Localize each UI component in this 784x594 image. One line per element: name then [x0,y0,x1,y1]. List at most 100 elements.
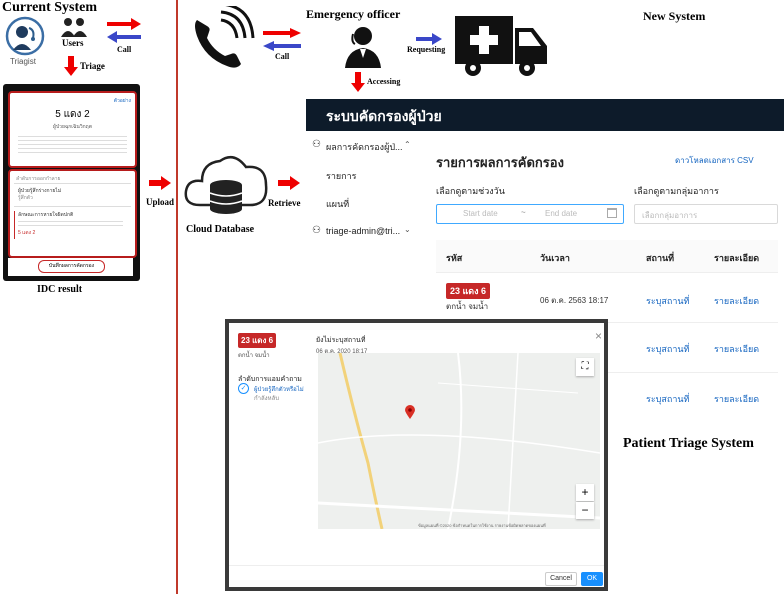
sidebar-group[interactable]: ⚇ ผลการคัดกรองผู้ป่... ⌃ [310,139,414,153]
map-view[interactable]: ⛶ + − ข้อมูลแผนที่ ©2020 ข้อกำหนดในการใช… [318,353,600,529]
idc-section-title: ลำดับการออกกำลาย [16,176,61,182]
requesting-label: Requesting [407,45,446,54]
idc-save-button[interactable]: บันทึกผลการคัดกรอง [38,260,105,273]
page-title: รายการผลการคัดกรอง [436,155,564,170]
idc-score-card: ตัวอย่าง 5 แดง 2 ผู้ป่วยฉุกเฉินวิกฤต [8,91,137,168]
table-row: 23 แดง 6 ตกน้ำ จมน้ำ 06 ต.ค. 2563 18:17 … [436,272,778,323]
row-datetime: 06 ต.ค. 2563 18:17 [540,296,609,305]
upload-label: Upload [146,197,175,207]
sidebar-group-label: ผลการคัดกรองผู้ป่... [326,142,403,152]
modal-footer-divider [229,565,604,566]
divider [14,206,131,207]
end-date-input[interactable]: End date [545,209,577,218]
current-system-title: Current System [2,0,98,15]
sidebar: ⚇ ผลการคัดกรองผู้ป่... ⌃ รายการ แผนที่ ⚇… [306,131,416,251]
retrieve-arrow-icon [278,176,300,190]
row-badge: 23 แดง 6 [446,283,491,299]
call-label-left: Call [117,45,132,54]
idc-result-label: IDC result [37,284,83,295]
filter-date-label: เลือกดูตามช่วงวัน [436,186,505,196]
idc-score: 5 แดง 2 [55,109,90,120]
emergency-officer-label: Emergency officer [306,7,401,21]
start-date-input[interactable]: Start date [463,209,498,218]
idc-bottom-bar: บันทึกผลการคัดกรอง [8,258,133,276]
col-detail: รายละเอียด [714,253,760,263]
call-arrows-middle-icon [263,28,301,52]
idc-item1b: รู้สึกตัว [18,195,33,201]
modal-item1b: กำลังหลับ [254,396,280,402]
triagist-label: Triagist [10,57,36,66]
idc-description-lines [18,133,127,155]
officer-icon [343,24,383,68]
sidebar-item-list[interactable]: รายการ [326,169,357,183]
row-detail-link[interactable]: รายละเอียด [714,392,759,406]
idc-item2-lines [18,218,123,226]
sidebar-item-map[interactable]: แผนที่ [326,197,349,211]
call-label-middle: Call [275,52,290,61]
accessing-arrow-icon [351,72,365,92]
ok-button[interactable]: OK [581,572,603,586]
row-location-link[interactable]: ระบุสถานที่ [646,294,689,308]
download-csv-link[interactable]: ดาวโหลดเอกสาร CSV [675,154,754,167]
idc-phone-screen: ตัวอย่าง 5 แดง 2 ผู้ป่วยฉุกเฉินวิกฤต ลำด… [3,84,140,281]
ambulance-icon [455,14,547,78]
location-pin-icon[interactable] [405,405,415,419]
filter-group-label: เลือกดูตามกลุ่มอาการ [634,186,719,196]
user-icon: ⚇ [312,225,321,236]
app-title: ระบบคัดกรองผู้ป่วย [326,108,442,124]
divider [14,183,131,184]
patient-triage-system-label: Patient Triage System [623,436,754,451]
map-roads [318,353,600,529]
idc-item2b: 5 แดง 2 [18,230,36,236]
cloud-database-label: Cloud Database [186,224,255,235]
modal-name: ตกน้ำ จมน้ำ [238,353,270,359]
cancel-button[interactable]: Cancel [545,572,577,586]
triage-label: Triage [80,61,105,71]
requesting-arrow-icon [416,32,442,45]
users-icon [60,15,88,39]
chevron-down-icon: ⌄ [404,225,411,234]
modal-close-icon[interactable]: × [595,329,602,343]
accessing-label: Accessing [367,77,401,86]
fullscreen-button[interactable]: ⛶ [576,358,594,376]
modal-location-title: ยังไม่ระบุสถานที่ [316,337,366,344]
sidebar-user-label: triage-admin@tri... [326,226,401,236]
col-id: รหัส [446,253,463,263]
date-separator: ~ [521,208,526,217]
symptom-group-placeholder: เลือกกลุ่มอาการ [642,211,698,220]
call-arrows-icon [107,18,141,44]
phone-icon [187,2,257,76]
zoom-out-button[interactable]: − [576,502,594,519]
idc-subtitle: ผู้ป่วยฉุกเฉินวิกฤต [53,124,92,130]
table-header: รหัส วันเวลา สถานที่ รายละเอียด [436,240,778,273]
date-range-picker[interactable]: Start date ~ End date [436,204,624,224]
row-location-link[interactable]: ระบุสถานที่ [646,342,689,356]
calendar-icon [607,208,617,218]
new-system-label: New System [643,9,706,23]
symptom-group-select[interactable]: เลือกกลุ่มอาการ [634,204,778,224]
row-detail-link[interactable]: รายละเอียด [714,294,759,308]
section-divider [176,0,178,594]
chevron-up-icon: ⌃ [404,140,411,149]
down-arrow-icon [64,56,78,76]
col-datetime: วันเวลา [540,253,570,263]
row-detail-link[interactable]: รายละเอียด [714,342,759,356]
triagist-icon [5,16,45,56]
retrieve-label: Retrieve [268,198,301,208]
user-outline-icon: ⚇ [312,139,321,150]
row-name: ตกน้ำ จมน้ำ [446,302,489,311]
idc-item2-marker [14,211,15,239]
row-location-link[interactable]: ระบุสถานที่ [646,392,689,406]
app-header: ระบบคัดกรองผู้ป่วย [306,99,784,131]
col-location: สถานที่ [646,253,675,263]
users-label: Users [62,38,84,48]
upload-arrow-icon [149,176,171,190]
check-circle-icon: ✓ [238,383,249,394]
idc-questions-card: ลำดับการออกกำลาย ผู้ป่วยรู้สึกร่างกายไม่… [8,169,137,258]
cloud-database-icon [182,145,270,225]
zoom-in-button[interactable]: + [576,484,594,501]
modal-badge: 23 แดง 6 [238,333,277,348]
map-attribution: ข้อมูลแผนที่ ©2020 ข้อกำหนดในการใช้งาน ร… [418,523,546,528]
sidebar-user[interactable]: ⚇ triage-admin@tri... ⌄ [310,225,414,239]
idc-top-link: ตัวอย่าง [113,98,131,104]
